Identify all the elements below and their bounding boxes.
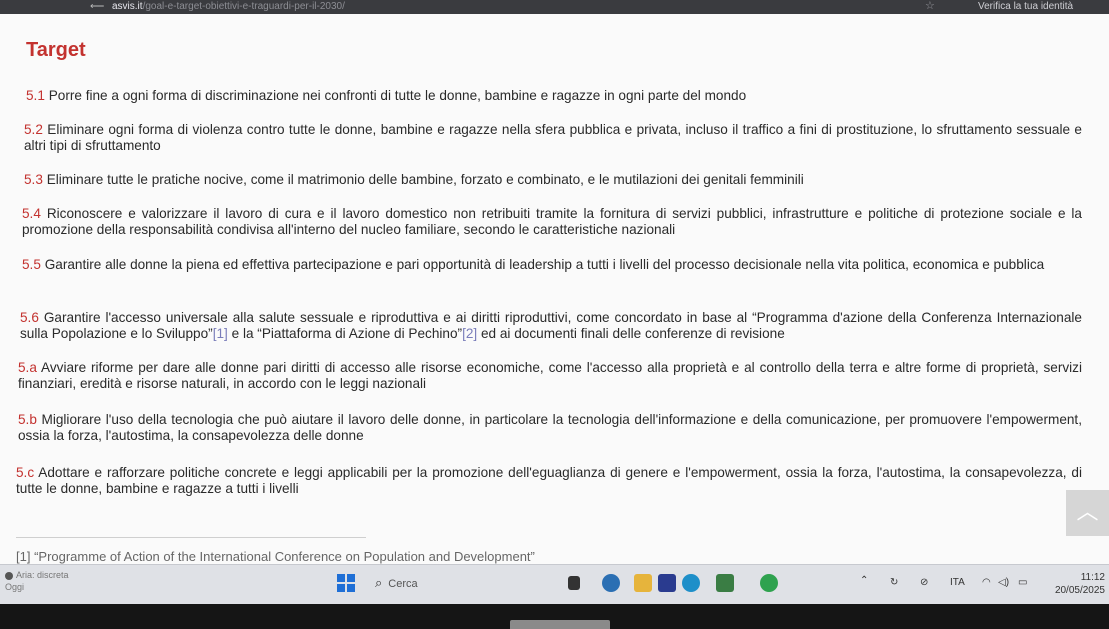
target-5-2: 5.2 Eliminare ogni forma di violenza con… — [24, 122, 1082, 154]
chevron-up-icon[interactable]: ⌃ — [860, 575, 868, 586]
battery-icon[interactable]: ▭ — [1018, 577, 1027, 588]
verify-identity-button[interactable]: Verifica la tua identità — [978, 0, 1073, 13]
footnote-divider — [16, 537, 366, 538]
media-app-icon[interactable] — [658, 574, 676, 592]
target-5-c: 5.c Adottare e rafforzare politiche conc… — [16, 465, 1082, 497]
chrome-browser-icon[interactable] — [760, 574, 778, 592]
url-path: /goal-e-target-obiettivi-e-traguardi-per… — [142, 1, 345, 12]
target-number: 5.6 — [20, 310, 39, 325]
weather-icon — [5, 571, 13, 580]
taskbar: Aria: discreta Oggi ⌕ Cerca ⌃ ↻ ⊘ ITA ◠ ◁… — [0, 564, 1109, 605]
no-signal-icon[interactable]: ⊘ — [920, 577, 928, 588]
store-icon[interactable] — [716, 574, 734, 592]
refresh-icon[interactable]: ↻ — [890, 577, 898, 588]
target-text: Adottare e rafforzare politiche concrete… — [16, 465, 1082, 496]
target-text: Eliminare ogni forma di violenza contro … — [24, 122, 1082, 153]
target-5-a: 5.a Avviare riforme per dare alle donne … — [18, 360, 1082, 392]
volume-icon[interactable]: ◁) — [998, 577, 1009, 588]
target-text: Avviare riforme per dare alle donne pari… — [18, 360, 1083, 391]
target-text: Porre fine a ogni forma di discriminazio… — [48, 88, 747, 103]
page-content: Target 5.1 Porre fine a ogni forma di di… — [0, 14, 1109, 564]
target-5-4: 5.4 Riconoscere e valorizzare il lavoro … — [22, 206, 1082, 238]
target-text-cont: e la “Piattaforma di Azione di Pechino” — [227, 326, 463, 341]
footnote-1: [1] “Programme of Action of the Internat… — [16, 549, 535, 564]
back-arrow-icon[interactable]: ⟵ — [90, 0, 104, 13]
target-5-5: 5.5 Garantire alle donne la piena ed eff… — [22, 257, 1082, 273]
address-bar[interactable]: asvis.it/goal-e-target-obiettivi-e-tragu… — [112, 0, 345, 13]
edge-browser-icon[interactable] — [682, 574, 700, 592]
taskbar-search[interactable]: ⌕ Cerca — [373, 572, 553, 594]
windows-start-icon[interactable] — [337, 574, 355, 592]
search-icon: ⌕ — [375, 575, 383, 590]
folder-icon[interactable] — [634, 574, 652, 592]
language-indicator[interactable]: ITA — [950, 577, 965, 588]
target-text: Eliminare tutte le pratiche nocive, come… — [46, 172, 804, 187]
target-number: 5.1 — [26, 88, 45, 103]
target-text: Migliorare l'uso della tecnologia che pu… — [18, 412, 1082, 443]
weather-status: Aria: discreta — [16, 570, 69, 580]
bookmark-star-icon[interactable]: ☆ — [925, 0, 935, 13]
target-number: 5.3 — [24, 172, 43, 187]
target-5-1: 5.1 Porre fine a ogni forma di discrimin… — [26, 88, 1086, 104]
target-number: 5.4 — [22, 206, 41, 221]
footnote-link-1[interactable]: [1] — [213, 326, 228, 341]
weather-widget[interactable]: Aria: discreta Oggi — [5, 569, 69, 593]
file-explorer-icon[interactable] — [568, 576, 580, 590]
target-number: 5.c — [16, 465, 35, 480]
monitor-logo — [510, 620, 610, 629]
page-title: Target — [26, 39, 86, 61]
target-text-end: ed ai documenti finali delle conferenze … — [477, 326, 785, 341]
url-host: asvis.it — [112, 1, 143, 12]
weather-day: Oggi — [5, 582, 25, 592]
monitor-bezel — [0, 604, 1109, 629]
target-5-b: 5.b Migliorare l'uso della tecnologia ch… — [18, 412, 1082, 444]
footnote-link-2[interactable]: [2] — [462, 326, 477, 341]
wifi-icon[interactable]: ◠ — [982, 577, 991, 588]
clock-date: 20/05/2025 — [1054, 585, 1105, 596]
target-5-6: 5.6 Garantire l'accesso universale alla … — [20, 310, 1082, 342]
target-5-3: 5.3 Eliminare tutte le pratiche nocive, … — [24, 172, 1082, 188]
search-placeholder: Cerca — [388, 578, 418, 590]
chevron-up-icon: ︿ — [1076, 499, 1099, 524]
target-number: 5.b — [18, 412, 37, 427]
scroll-to-top-button[interactable]: ︿ — [1066, 490, 1109, 536]
taskbar-clock[interactable]: 11:12 20/05/2025 — [1050, 571, 1105, 597]
browser-top-strip: ⟵ asvis.it/goal-e-target-obiettivi-e-tra… — [0, 0, 1109, 14]
target-text: Garantire alle donne la piena ed effetti… — [44, 257, 1045, 272]
clock-time: 11:12 — [1080, 572, 1105, 583]
target-number: 5.5 — [22, 257, 41, 272]
target-number: 5.a — [18, 360, 37, 375]
office-app-icon[interactable] — [602, 574, 620, 592]
target-number: 5.2 — [24, 122, 43, 137]
target-text: Riconoscere e valorizzare il lavoro di c… — [22, 206, 1082, 237]
